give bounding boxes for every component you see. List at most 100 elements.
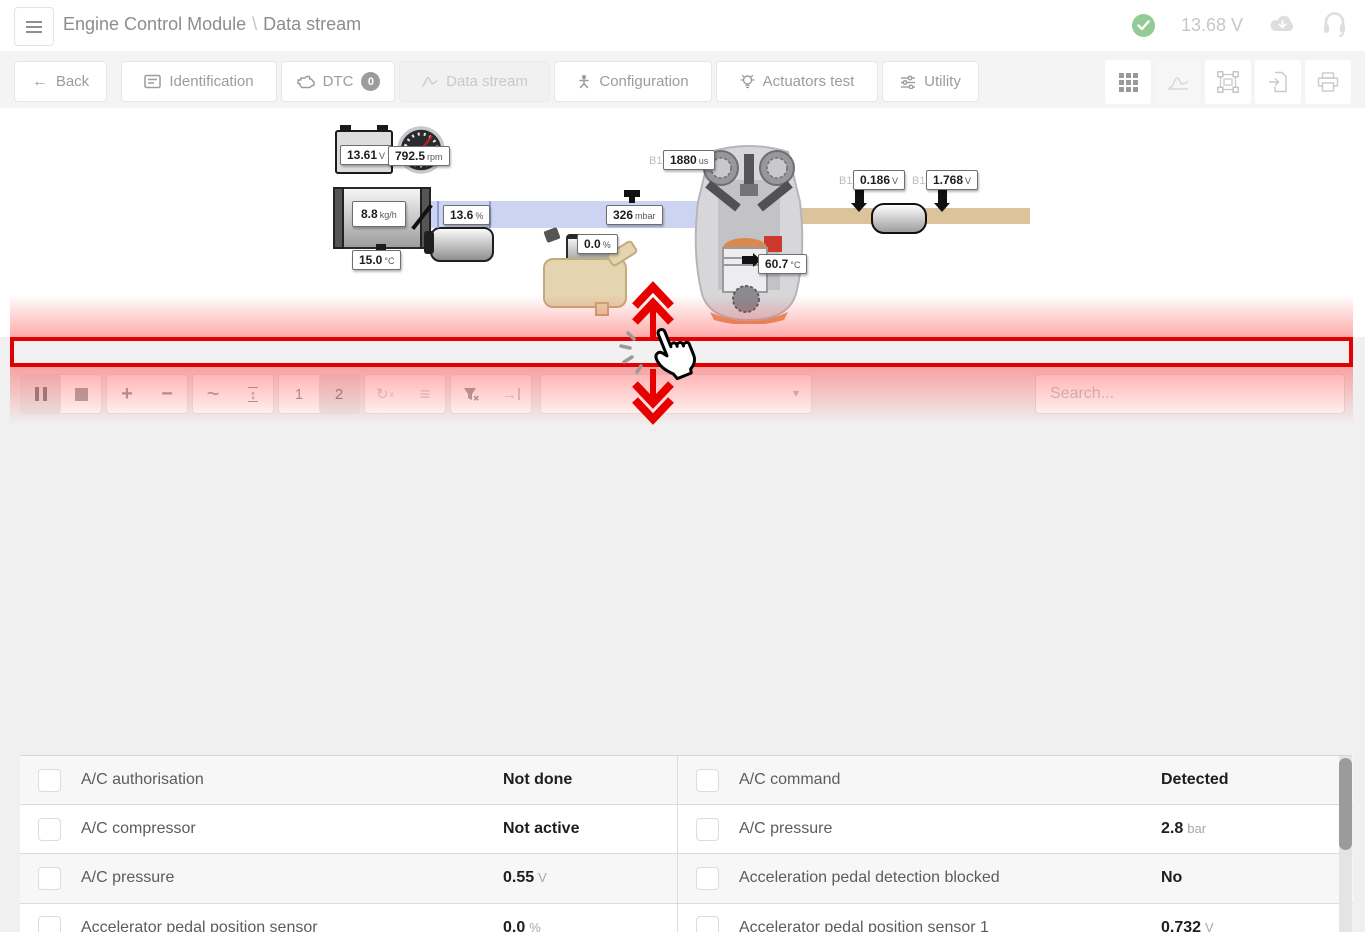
injection-time-label[interactable]: 1880us: [663, 150, 715, 170]
param-label: Accelerator pedal position sensor 1: [739, 919, 989, 932]
breadcrumb-separator: \: [246, 14, 263, 34]
battery-voltage-indicator: 13.68 V: [1181, 15, 1243, 36]
end-bar-icon: [518, 388, 520, 400]
row-checkbox[interactable]: [696, 818, 719, 841]
search-input[interactable]: [1035, 374, 1345, 414]
map-sensor-icon: [624, 190, 640, 197]
go-to-end-button[interactable]: →: [491, 375, 531, 413]
group-select[interactable]: ▾: [540, 374, 812, 414]
table-row[interactable]: A/C authorisationNot done: [20, 756, 677, 805]
tab-utility[interactable]: Utility: [882, 61, 979, 102]
table-row[interactable]: Acceleration pedal detection blockedNo: [678, 854, 1353, 903]
o2-downstream-label[interactable]: 1.768V: [926, 170, 978, 190]
param-label: A/C pressure: [739, 820, 832, 838]
dtc-count-badge: 0: [361, 72, 380, 91]
fit-height-button[interactable]: ↕: [233, 375, 273, 413]
purge-valve-label[interactable]: 0.0%: [577, 234, 618, 254]
table-row[interactable]: A/C pressure0.55V: [20, 854, 677, 903]
export-button[interactable]: [1255, 60, 1301, 104]
dtc-label: DTC: [323, 73, 354, 90]
o2-upstream-label[interactable]: 0.186V: [853, 170, 905, 190]
clear-filter-button[interactable]: [451, 375, 491, 413]
tab-dtc[interactable]: DTC 0: [281, 61, 395, 102]
table-scrollbar[interactable]: [1339, 756, 1352, 932]
remove-button[interactable]: −: [147, 375, 187, 413]
table-row[interactable]: A/C pressure2.8bar: [678, 805, 1353, 854]
breadcrumb-module: Engine Control Module: [63, 14, 246, 34]
row-checkbox[interactable]: [38, 818, 61, 841]
app-header: Engine Control Module\Data stream 13.68 …: [0, 0, 1365, 52]
table-row[interactable]: A/C compressorNot active: [20, 805, 677, 854]
zoom-group: + −: [106, 374, 188, 414]
param-label: Acceleration pedal detection blocked: [739, 869, 1000, 887]
one-column-button[interactable]: 1: [279, 375, 319, 413]
layout-view-button[interactable]: [1205, 60, 1251, 104]
table-row[interactable]: Accelerator pedal position sensor 10.732…: [678, 904, 1353, 932]
engine-speed-label[interactable]: 792.5rpm: [388, 146, 450, 166]
grid-view-button[interactable]: [1105, 60, 1151, 104]
pause-icon: [35, 387, 47, 401]
tab-configuration[interactable]: Configuration: [554, 61, 712, 102]
module-toolbar: ← Back Identification DTC 0 Data stream …: [0, 51, 1365, 109]
row-checkbox[interactable]: [696, 769, 719, 792]
tab-actuators-test[interactable]: Actuators test: [716, 61, 878, 102]
vapor-canister-icon: [543, 258, 627, 308]
table-row[interactable]: A/C commandDetected: [678, 756, 1353, 805]
two-columns-button[interactable]: 2: [319, 375, 359, 413]
headset-icon[interactable]: [1322, 10, 1347, 42]
menu-button[interactable]: [14, 7, 54, 46]
filter-x-icon: [463, 387, 479, 402]
playback-group: [20, 374, 102, 414]
stop-button[interactable]: [61, 375, 101, 413]
parameters-column-right: A/C commandDetected A/C pressure2.8bar A…: [677, 756, 1353, 932]
battery-voltage-label[interactable]: 13.61V: [340, 145, 392, 165]
pause-button[interactable]: [21, 375, 61, 413]
row-checkbox[interactable]: [38, 916, 61, 932]
cloud-download-icon[interactable]: [1269, 14, 1296, 38]
parameters-column-left: A/C authorisationNot done A/C compressor…: [20, 756, 677, 932]
chevron-down-icon: ▾: [793, 386, 799, 400]
intake-air-temp-label[interactable]: 15.0°C: [352, 250, 401, 270]
coolant-arrow-icon: [742, 256, 754, 264]
param-label: A/C command: [739, 771, 840, 789]
selection-group: ↻x ≡: [364, 374, 446, 414]
add-button[interactable]: +: [107, 375, 147, 413]
tab-data-stream[interactable]: Data stream: [399, 61, 550, 102]
row-checkbox[interactable]: [38, 769, 61, 792]
o2-sensor-upstream-icon: [855, 190, 864, 204]
o2-upstream-bank-label: B1: [839, 175, 852, 187]
export-file-icon: [1268, 71, 1288, 93]
row-checkbox[interactable]: [696, 867, 719, 890]
line-chart-icon: [421, 75, 438, 88]
arrow-left-icon: ←: [32, 73, 48, 91]
tab-identification[interactable]: Identification: [121, 61, 277, 102]
graph-mode-button[interactable]: ~: [193, 375, 233, 413]
display-group: ~ ↕: [192, 374, 274, 414]
manifold-pressure-label[interactable]: 326mbar: [606, 205, 663, 225]
chart-view-button[interactable]: [1155, 60, 1201, 104]
columns-group: 1 2: [278, 374, 360, 414]
diagnostic-app: Engine Control Module\ Data stream 13.68 …: [0, 0, 1365, 932]
grid-icon: [1119, 73, 1138, 92]
back-button[interactable]: ← Back: [14, 61, 107, 102]
purge-nozzle-icon: [543, 227, 560, 243]
row-checkbox[interactable]: [696, 916, 719, 932]
stop-icon: [75, 388, 88, 401]
clear-selection-button[interactable]: ↻x: [365, 375, 405, 413]
table-row[interactable]: Accelerator pedal position sensor0.0%: [20, 904, 677, 932]
print-button[interactable]: [1305, 60, 1351, 104]
row-checkbox[interactable]: [38, 867, 61, 890]
air-flow-label[interactable]: 8.8kg/h: [352, 201, 406, 227]
utility-label: Utility: [924, 73, 961, 90]
coolant-temp-label[interactable]: 60.7°C: [758, 254, 807, 274]
configuration-label: Configuration: [599, 73, 688, 90]
sliders-icon: [900, 75, 916, 89]
throttle-position-label[interactable]: 13.6%: [443, 205, 490, 225]
back-label: Back: [56, 73, 89, 90]
scrollbar-thumb[interactable]: [1339, 758, 1352, 850]
o2-sensor-downstream-icon: [938, 190, 947, 204]
resize-divider-handle[interactable]: [10, 337, 1353, 367]
list-button[interactable]: ≡: [405, 375, 445, 413]
injection-bank-label: B1: [649, 155, 662, 167]
param-label: A/C authorisation: [81, 771, 204, 789]
